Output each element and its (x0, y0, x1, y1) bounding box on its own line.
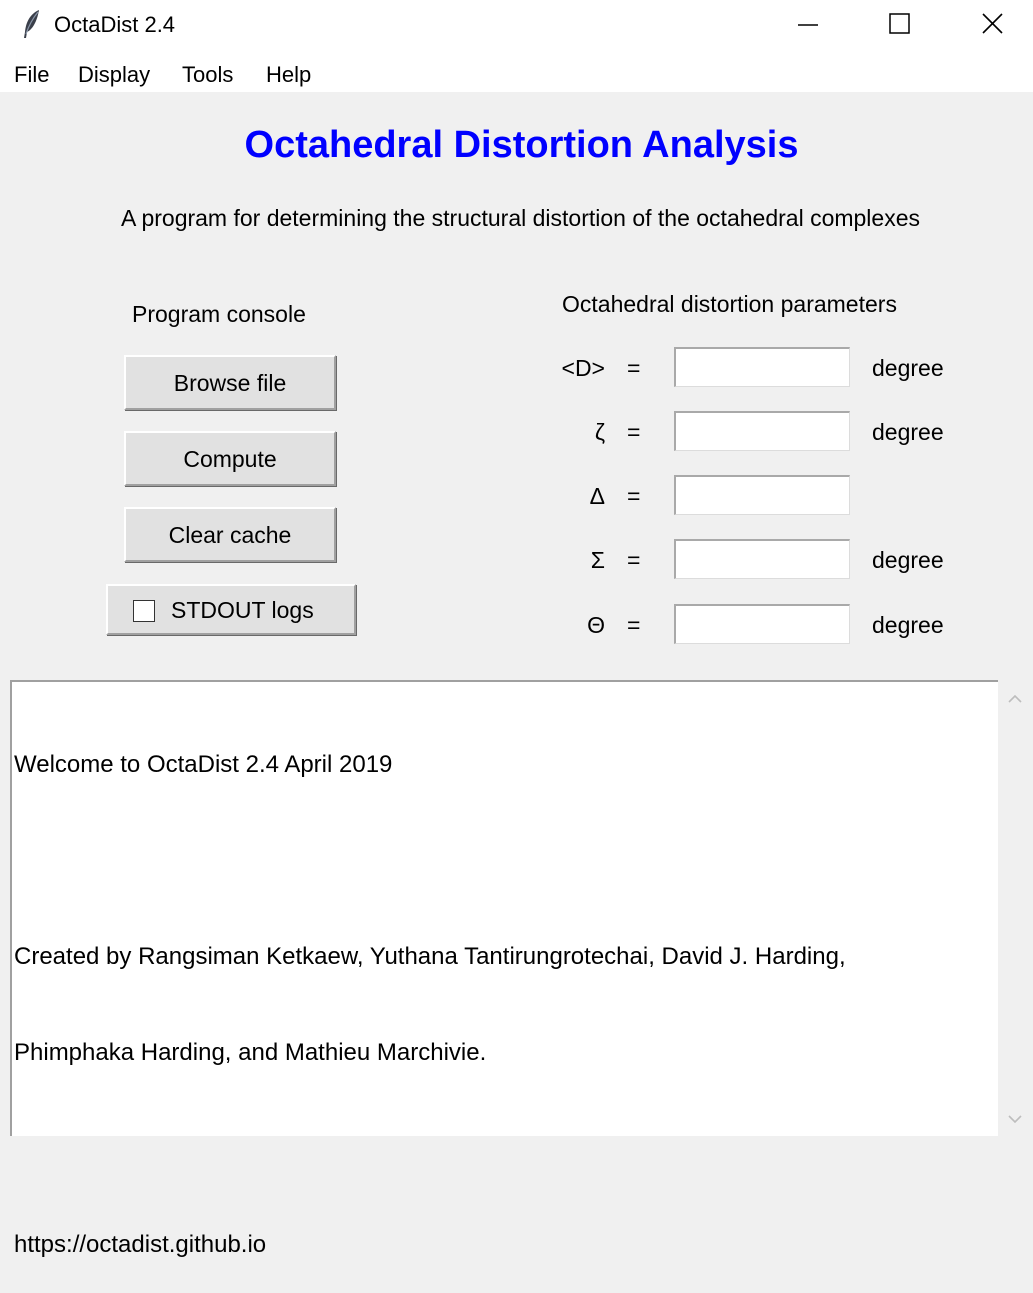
maximize-icon (889, 13, 910, 34)
param-equals: = (627, 355, 641, 381)
stdout-logs-checkbutton[interactable]: STDOUT logs (106, 584, 356, 635)
menu-help[interactable]: Help (266, 62, 311, 88)
menu-tools[interactable]: Tools (182, 62, 233, 88)
app-heading: Octahedral Distortion Analysis (244, 124, 799, 166)
console-line: Welcome to OctaDist 2.4 April 2019 (14, 751, 393, 778)
console-line: https://octadist.github.io (14, 1231, 267, 1258)
param-d-unit: degree (872, 355, 944, 381)
param-equals: = (627, 419, 641, 445)
param-equals: = (627, 483, 641, 509)
clear-cache-button[interactable]: Clear cache (124, 507, 336, 562)
param-equals: = (627, 547, 641, 573)
param-delta-input[interactable] (674, 475, 850, 515)
app-subtitle: A program for determining the structural… (120, 205, 920, 231)
close-button[interactable] (946, 0, 1033, 50)
scroll-up-icon[interactable] (1004, 688, 1026, 710)
minimize-button[interactable] (762, 0, 854, 50)
menu-bar: File Display Tools Help (0, 50, 1033, 92)
menu-display[interactable]: Display (78, 62, 150, 88)
param-d-input[interactable] (674, 347, 850, 387)
param-equals: = (627, 612, 641, 638)
param-symbol-zeta: ζ (594, 419, 605, 445)
feather-icon (20, 8, 44, 40)
param-zeta-unit: degree (872, 419, 944, 445)
close-icon (982, 13, 1003, 34)
console-line: Phimphaka Harding, and Mathieu Marchivie… (14, 1039, 487, 1066)
title-bar: OctaDist 2.4 (0, 0, 1033, 50)
compute-label: Compute (183, 446, 277, 472)
console-line: Created by Rangsiman Ketkaew, Yuthana Ta… (14, 943, 846, 970)
program-console-label: Program console (132, 301, 306, 327)
minimize-icon (798, 24, 818, 26)
compute-button[interactable]: Compute (124, 431, 336, 486)
param-zeta-input[interactable] (674, 411, 850, 451)
window-title: OctaDist 2.4 (54, 12, 176, 37)
console-scrollbar[interactable] (998, 680, 1033, 1136)
scroll-down-icon[interactable] (1004, 1108, 1026, 1130)
browse-file-button[interactable]: Browse file (124, 355, 336, 410)
param-theta-input[interactable] (674, 604, 850, 644)
maximize-button[interactable] (854, 0, 946, 50)
param-theta-unit: degree (872, 612, 944, 638)
browse-file-label: Browse file (173, 370, 287, 396)
menu-file[interactable]: File (14, 62, 49, 88)
param-symbol-delta: Δ (589, 483, 605, 509)
stdout-logs-checkbox[interactable] (133, 600, 155, 622)
console-output[interactable]: Welcome to OctaDist 2.4 April 2019 Creat… (10, 680, 998, 1258)
clear-cache-label: Clear cache (168, 522, 292, 548)
param-symbol-sigma: Σ (590, 547, 605, 573)
parameters-label: Octahedral distortion parameters (562, 291, 897, 317)
stdout-logs-label: STDOUT logs (171, 597, 314, 623)
param-sigma-input[interactable] (674, 539, 850, 579)
param-sigma-unit: degree (872, 547, 944, 573)
param-symbol-d: <D> (561, 355, 605, 381)
param-symbol-theta: Θ (587, 612, 605, 638)
